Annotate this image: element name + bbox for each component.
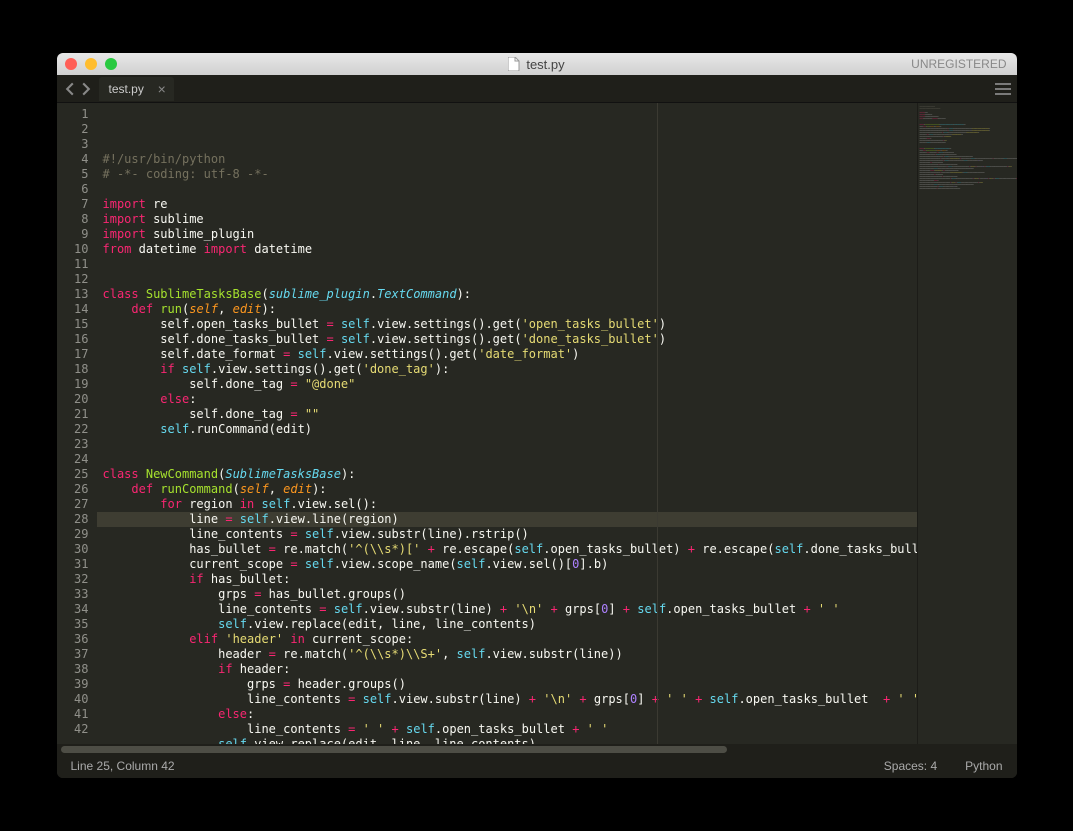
- minimap[interactable]: ▬▬▬▬▬▬▬▬▬▬▬▬▬▬▬▬▬▬▬▬▬▬▬▬▬▬▬▬▬▬▬▬▬▬▬▬▬▬▬▬…: [917, 103, 1017, 744]
- tab-testpy[interactable]: test.py ×: [99, 77, 174, 101]
- nav-forward-icon[interactable]: [79, 82, 93, 96]
- menu-icon[interactable]: [995, 83, 1011, 95]
- editor-area: 1234567891011121314151617181920212223242…: [57, 103, 1017, 744]
- tab-label: test.py: [109, 82, 144, 96]
- titlebar: test.py UNREGISTERED: [57, 53, 1017, 75]
- editor-window: test.py UNREGISTERED test.py × 123456789…: [57, 53, 1017, 778]
- ruler: [657, 103, 658, 744]
- indent-setting[interactable]: Spaces: 4: [884, 759, 937, 773]
- close-window-button[interactable]: [65, 58, 77, 70]
- status-bar: Line 25, Column 42 Spaces: 4 Python: [57, 754, 1017, 778]
- tab-close-icon[interactable]: ×: [158, 82, 166, 96]
- window-title-text: test.py: [526, 57, 564, 72]
- minimize-window-button[interactable]: [85, 58, 97, 70]
- cursor-position: Line 25, Column 42: [71, 759, 175, 773]
- nav-back-icon[interactable]: [63, 82, 77, 96]
- zoom-window-button[interactable]: [105, 58, 117, 70]
- document-icon: [508, 57, 520, 71]
- unregistered-label: UNREGISTERED: [911, 57, 1006, 71]
- horizontal-scrollbar[interactable]: [57, 744, 1017, 754]
- window-title: test.py: [57, 57, 1017, 72]
- tab-bar: test.py ×: [57, 75, 1017, 103]
- line-gutter: 1234567891011121314151617181920212223242…: [57, 103, 97, 744]
- window-controls: [65, 58, 117, 70]
- code-area[interactable]: #!/usr/bin/python# -*- coding: utf-8 -*-…: [97, 103, 917, 744]
- scrollbar-thumb[interactable]: [61, 746, 727, 753]
- syntax-setting[interactable]: Python: [965, 759, 1002, 773]
